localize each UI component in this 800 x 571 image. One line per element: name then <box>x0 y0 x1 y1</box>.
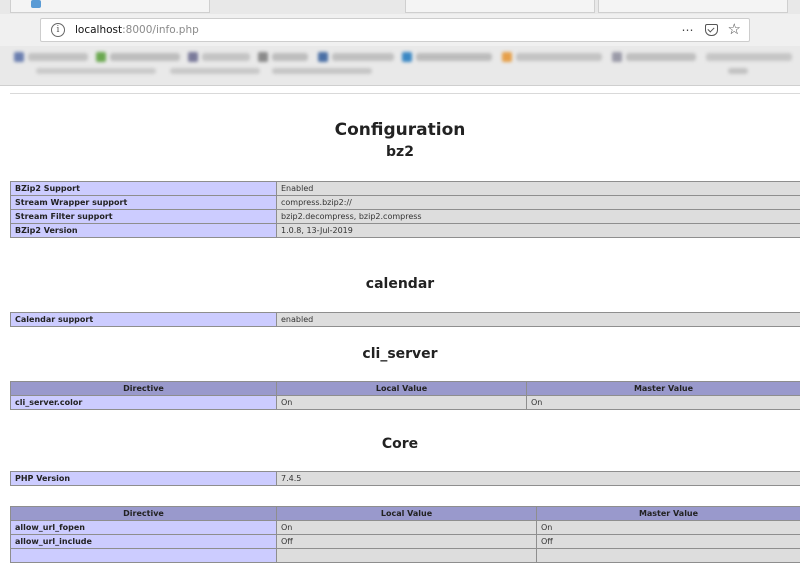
local-value: On <box>276 395 527 410</box>
bookmark-item[interactable] <box>516 53 602 61</box>
bookmark-item[interactable] <box>36 68 156 74</box>
directive-name: cli_server.color <box>10 395 277 410</box>
column-header-directive: Directive <box>10 381 277 396</box>
bookmark-favicon-icon <box>612 52 622 62</box>
bookmark-item[interactable] <box>416 53 492 61</box>
local-value <box>276 548 537 563</box>
master-value: On <box>526 395 800 410</box>
page-actions-icon[interactable]: ⋯ <box>682 23 695 37</box>
bookmark-item[interactable] <box>626 53 696 61</box>
directive-name: allow_url_include <box>10 534 277 549</box>
bookmark-item[interactable] <box>332 53 394 61</box>
directive-name: allow_url_fopen <box>10 520 277 535</box>
master-value: Off <box>536 534 800 549</box>
bookmark-favicon-icon <box>258 52 268 62</box>
table-row: BZip2 Version 1.0.8, 13-Jul-2019 <box>10 223 800 238</box>
setting-name: Stream Wrapper support <box>10 195 277 210</box>
browser-tab[interactable] <box>598 0 788 13</box>
module-table-bz2: BZip2 Support Enabled Stream Wrapper sup… <box>10 181 800 238</box>
setting-name: BZip2 Version <box>10 223 277 238</box>
setting-value: compress.bzip2:// <box>276 195 800 210</box>
table-header-row: Directive Local Value Master Value <box>10 506 800 521</box>
column-header-master-value: Master Value <box>536 506 800 521</box>
module-heading-calendar: calendar <box>365 276 435 292</box>
table-row: Stream Filter support bzip2.decompress, … <box>10 209 800 224</box>
table-row: Stream Wrapper support compress.bzip2:// <box>10 195 800 210</box>
setting-value: Enabled <box>276 181 800 196</box>
bookmark-item[interactable] <box>706 53 792 61</box>
page-divider <box>10 93 800 94</box>
setting-name: Stream Filter support <box>10 209 277 224</box>
column-header-directive: Directive <box>10 506 277 521</box>
bookmark-item[interactable] <box>110 53 180 61</box>
module-heading-core: Core <box>381 436 419 452</box>
column-header-master-value: Master Value <box>526 381 800 396</box>
column-header-local-value: Local Value <box>276 506 537 521</box>
bookmark-item[interactable] <box>28 53 88 61</box>
setting-name: PHP Version <box>10 471 277 486</box>
bookmark-favicon-icon <box>188 52 198 62</box>
module-table-cli-server: Directive Local Value Master Value cli_s… <box>10 381 800 410</box>
module-table-calendar: Calendar support enabled <box>10 312 800 327</box>
bookmark-item[interactable] <box>272 68 372 74</box>
pocket-icon[interactable] <box>704 23 718 36</box>
url-text[interactable]: localhost:8000/info.php <box>75 24 199 36</box>
master-value <box>536 548 800 563</box>
bookmark-favicon-icon <box>96 52 106 62</box>
setting-value: 1.0.8, 13-Jul-2019 <box>276 223 800 238</box>
directive-name <box>10 548 277 563</box>
table-row: allow_url_include Off Off <box>10 534 800 549</box>
setting-value: bzip2.decompress, bzip2.compress <box>276 209 800 224</box>
bookmark-favicon-icon <box>14 52 24 62</box>
bookmark-item[interactable] <box>170 68 260 74</box>
bookmark-favicon-icon <box>402 52 412 62</box>
table-row: BZip2 Support Enabled <box>10 181 800 196</box>
setting-value: 7.4.5 <box>276 471 800 486</box>
bookmark-item[interactable] <box>272 53 308 61</box>
browser-tab-active[interactable] <box>10 0 210 13</box>
setting-name: BZip2 Support <box>10 181 277 196</box>
bookmark-item[interactable] <box>202 53 250 61</box>
master-value: On <box>536 520 800 535</box>
table-row: Calendar support enabled <box>10 312 800 327</box>
column-header-local-value: Local Value <box>276 381 527 396</box>
page-title: Configuration <box>334 120 466 140</box>
bookmark-star-icon[interactable]: ☆ <box>728 22 741 37</box>
bookmarks-toolbar <box>0 46 800 86</box>
setting-name: Calendar support <box>10 312 277 327</box>
url-host: localhost <box>75 24 123 36</box>
bookmark-favicon-icon <box>502 52 512 62</box>
module-heading-bz2: bz2 <box>386 144 414 160</box>
address-bar[interactable]: i localhost:8000/info.php ⋯ ☆ <box>40 18 750 42</box>
tab-strip <box>0 0 800 14</box>
table-header-row: Directive Local Value Master Value <box>10 381 800 396</box>
module-table-core: PHP Version 7.4.5 <box>10 471 800 486</box>
navigation-bar: i localhost:8000/info.php ⋯ ☆ <box>0 14 800 46</box>
table-row: cli_server.color On On <box>10 395 800 410</box>
local-value: Off <box>276 534 537 549</box>
browser-tab[interactable] <box>405 0 595 13</box>
table-row: allow_url_fopen On On <box>10 520 800 535</box>
address-bar-actions: ⋯ ☆ <box>682 22 741 37</box>
bookmark-item[interactable] <box>728 68 748 74</box>
tab-favicon-icon <box>31 0 41 8</box>
table-row-partial <box>10 548 800 563</box>
directive-table-core: Directive Local Value Master Value allow… <box>10 506 800 563</box>
bookmark-favicon-icon <box>318 52 328 62</box>
local-value: On <box>276 520 537 535</box>
module-heading-cli-server: cli_server <box>362 346 438 362</box>
url-path: :8000/info.php <box>122 24 199 36</box>
setting-value: enabled <box>276 312 800 327</box>
table-row: PHP Version 7.4.5 <box>10 471 800 486</box>
site-info-icon[interactable]: i <box>51 23 65 37</box>
